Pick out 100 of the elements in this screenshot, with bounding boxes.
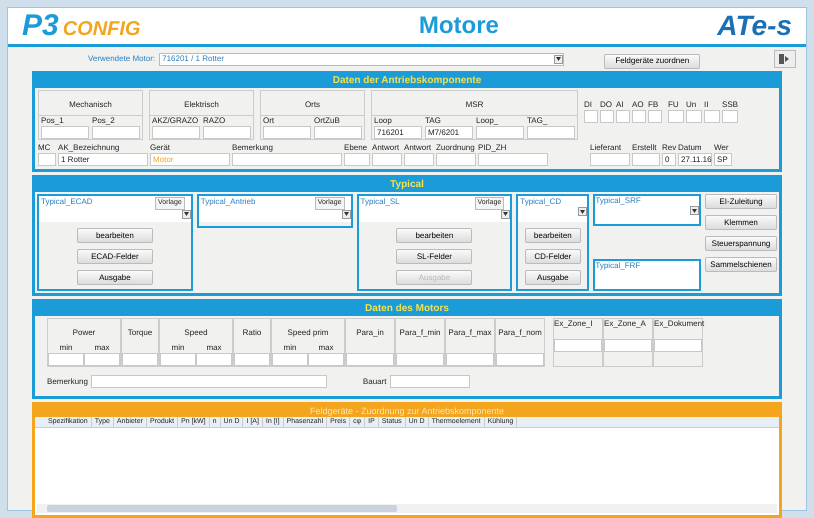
input-field[interactable] <box>722 110 738 123</box>
horizontal-scrollbar[interactable] <box>37 504 777 513</box>
action-button[interactable]: bearbeiten <box>396 228 472 243</box>
field-label: Ratio <box>242 328 262 337</box>
action-button[interactable]: Feldgeräte zuordnen <box>604 54 700 68</box>
action-button[interactable]: Sammelschienen <box>704 257 777 272</box>
field-label: Antwort <box>404 143 432 153</box>
input-field[interactable] <box>590 153 630 166</box>
field-label: Typical_CD <box>520 197 562 207</box>
field-label: AI <box>616 100 625 110</box>
logo-subtitle: CONFIG <box>62 19 140 39</box>
input-field[interactable]: SP <box>714 153 732 166</box>
field-label: Typical_ECAD <box>41 197 93 208</box>
input-field[interactable] <box>92 126 140 139</box>
field-label: Ex_Zone_I <box>554 319 594 329</box>
dropdown-arrow-icon[interactable] <box>182 210 191 218</box>
section-header: Feldgeräte - Zuordnung zur Antriebskomponente <box>35 405 779 417</box>
field-label: Loop <box>374 116 393 126</box>
input-field[interactable] <box>600 110 614 123</box>
input-field[interactable] <box>584 110 598 123</box>
input-field[interactable] <box>686 110 702 123</box>
field-label: Para_f_max <box>448 328 492 337</box>
action-button[interactable]: SL-Felder <box>396 249 472 264</box>
input-field[interactable] <box>478 153 548 166</box>
field-label: AKZ/GRAZO <box>152 116 200 126</box>
field-label: Para_f_nom <box>498 328 542 337</box>
field-label: Ex_Dokument <box>654 319 702 329</box>
input-field[interactable] <box>234 353 270 366</box>
input-field[interactable]: 0 <box>662 153 676 166</box>
dropdown-arrow-icon[interactable] <box>342 210 350 218</box>
input-field[interactable] <box>648 110 662 123</box>
input-field[interactable] <box>314 126 362 139</box>
field-label: Bemerkung <box>232 143 274 153</box>
input-field[interactable]: 27.11.16 <box>678 153 712 166</box>
dropdown-arrow-icon[interactable] <box>578 207 588 216</box>
input-field[interactable] <box>390 375 470 388</box>
field-label: Speed <box>184 328 208 337</box>
input-field[interactable] <box>232 153 342 166</box>
field-label: SSB <box>722 100 738 110</box>
input-field[interactable] <box>668 110 684 123</box>
input-field[interactable] <box>632 153 660 166</box>
input-field[interactable] <box>404 153 434 166</box>
input-field[interactable] <box>616 110 630 123</box>
input-field[interactable]: 1 Rotter <box>58 153 148 166</box>
input-field[interactable] <box>372 153 402 166</box>
field-label: II <box>704 100 710 110</box>
input-field[interactable] <box>122 353 158 366</box>
input-field[interactable] <box>632 110 646 123</box>
action-button[interactable]: Ausgabe <box>524 270 581 285</box>
field-label: Pos_1 <box>41 116 65 126</box>
section-header: Typical <box>35 178 779 192</box>
input-field[interactable] <box>527 126 575 139</box>
field-label: Rev <box>662 143 676 153</box>
action-button[interactable]: bearbeiten <box>76 228 153 243</box>
input-field[interactable] <box>654 339 702 352</box>
input-field[interactable] <box>41 126 89 139</box>
motor-dropdown[interactable]: 716201 / 1 Rotter <box>159 52 564 66</box>
input-field[interactable] <box>196 353 232 366</box>
action-button[interactable]: Klemmen <box>704 215 777 230</box>
input-field[interactable] <box>396 353 444 366</box>
input-field[interactable] <box>38 153 56 166</box>
input-field[interactable] <box>152 126 200 139</box>
action-button[interactable]: CD-Felder <box>524 249 581 264</box>
input-field[interactable] <box>272 353 308 366</box>
field-label: Loop_ <box>476 116 500 126</box>
input-field[interactable] <box>346 353 394 366</box>
input-field[interactable] <box>446 353 494 366</box>
action-button[interactable]: ECAD-Felder <box>76 249 153 264</box>
input-field[interactable] <box>554 339 602 352</box>
input-field[interactable] <box>344 153 370 166</box>
input-field[interactable] <box>308 353 344 366</box>
input-field[interactable] <box>436 153 476 166</box>
field-label: Elektrisch <box>184 100 219 109</box>
input-field[interactable] <box>203 126 251 139</box>
input-field[interactable] <box>90 375 327 388</box>
action-button[interactable]: Ausgabe <box>76 270 153 285</box>
input-field[interactable]: 716201 <box>374 126 422 139</box>
input-field[interactable]: M7/6201 <box>425 126 473 139</box>
action-button[interactable]: bearbeiten <box>524 228 581 243</box>
action-button[interactable]: Steuerspannung <box>704 236 777 251</box>
field-label: FU <box>668 100 680 110</box>
field-label: AO <box>632 100 645 110</box>
input-field[interactable] <box>496 353 544 366</box>
field-label: Para_in <box>356 328 384 337</box>
input-field[interactable] <box>604 339 652 352</box>
input-field[interactable] <box>476 126 524 139</box>
dropdown-arrow-icon[interactable] <box>554 54 564 64</box>
field-label: Para_f_min <box>400 328 440 337</box>
input-field[interactable] <box>84 353 120 366</box>
field-label: MC <box>38 143 52 153</box>
field-label: min <box>170 343 186 353</box>
input-field[interactable] <box>160 353 196 366</box>
exit-icon[interactable] <box>774 50 796 68</box>
input-field[interactable] <box>704 110 720 123</box>
input-field[interactable] <box>263 126 311 139</box>
dropdown-arrow-icon[interactable] <box>501 210 510 218</box>
dropdown-arrow-icon[interactable] <box>690 206 699 215</box>
action-button[interactable]: EI-Zuleitung <box>704 194 777 209</box>
field-label: Mechanisch <box>69 100 112 109</box>
input-field[interactable] <box>48 353 84 366</box>
